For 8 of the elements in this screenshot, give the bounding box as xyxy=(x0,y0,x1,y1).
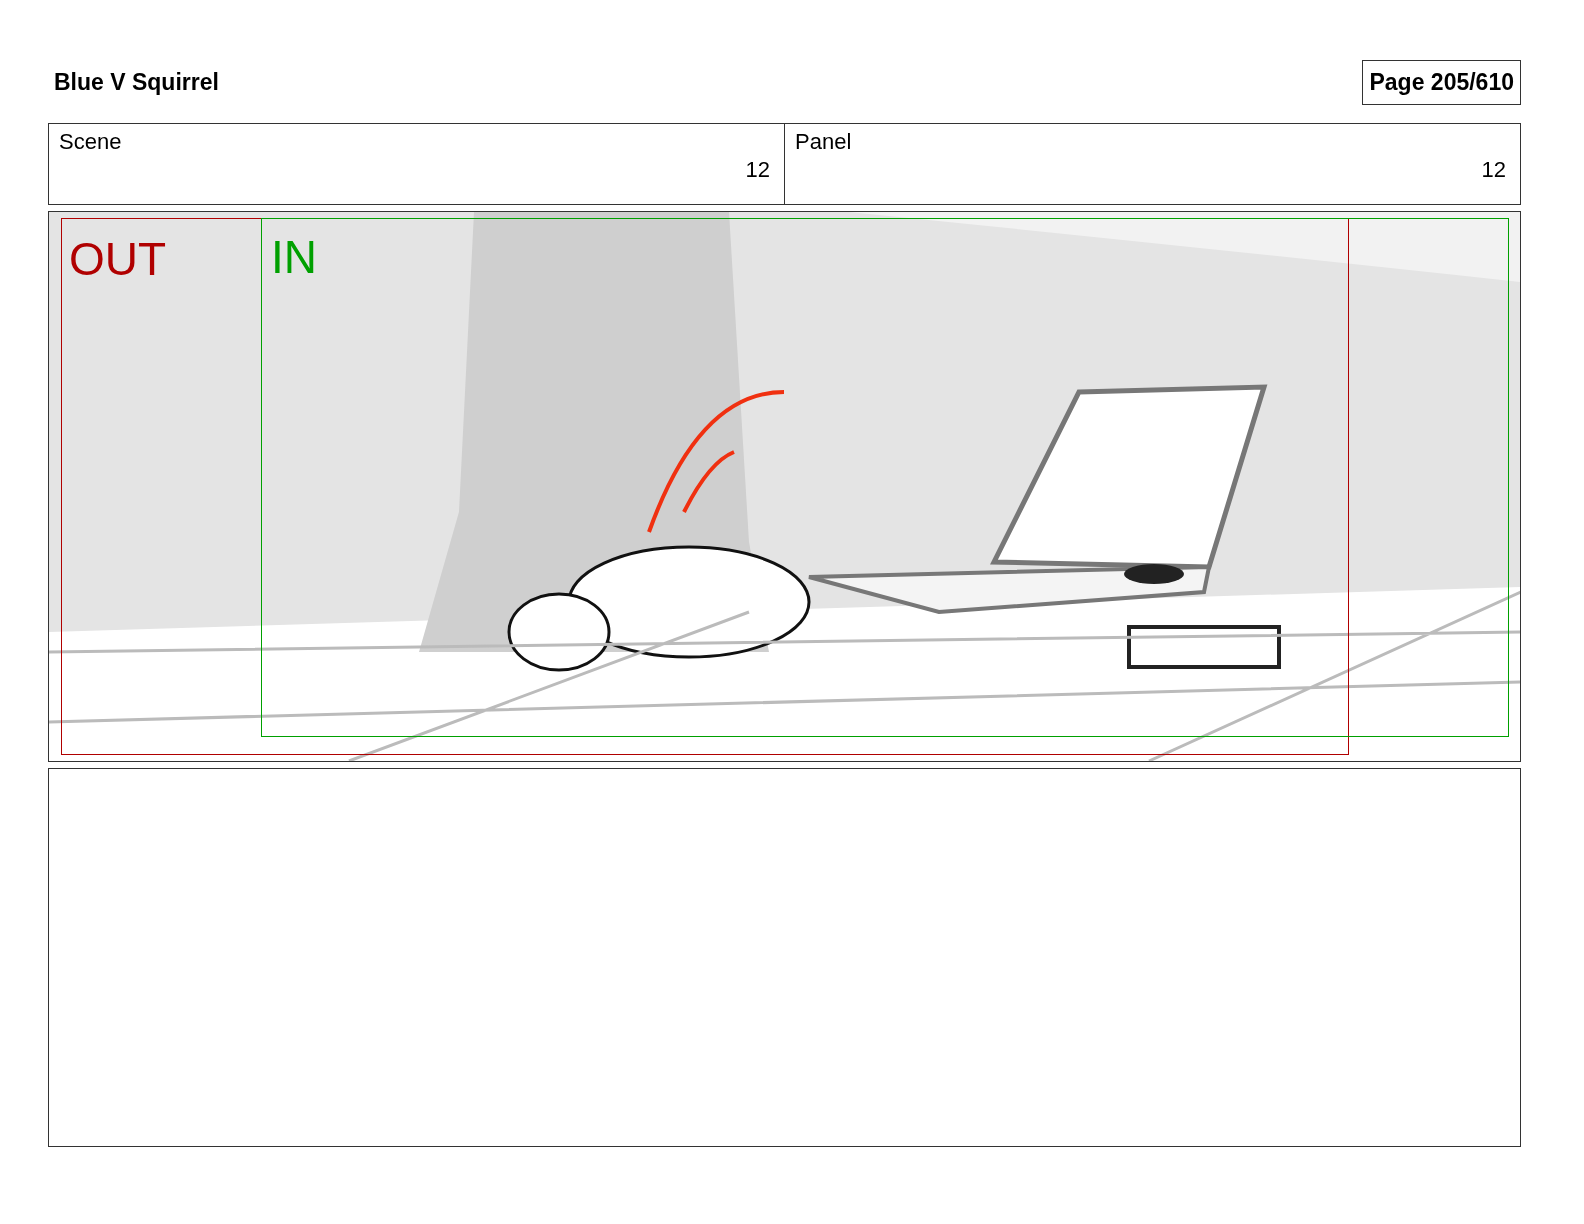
storyboard-title: Blue V Squirrel xyxy=(54,68,219,97)
field-value: 12 xyxy=(1480,156,1506,185)
page-number: Page 205/610 xyxy=(1362,60,1521,105)
field-value: 12 xyxy=(744,156,770,185)
field-label: Scene xyxy=(59,127,122,156)
frame-label: OUT xyxy=(69,235,167,282)
field-label: Panel xyxy=(795,127,852,156)
frame-label: IN xyxy=(271,233,317,280)
